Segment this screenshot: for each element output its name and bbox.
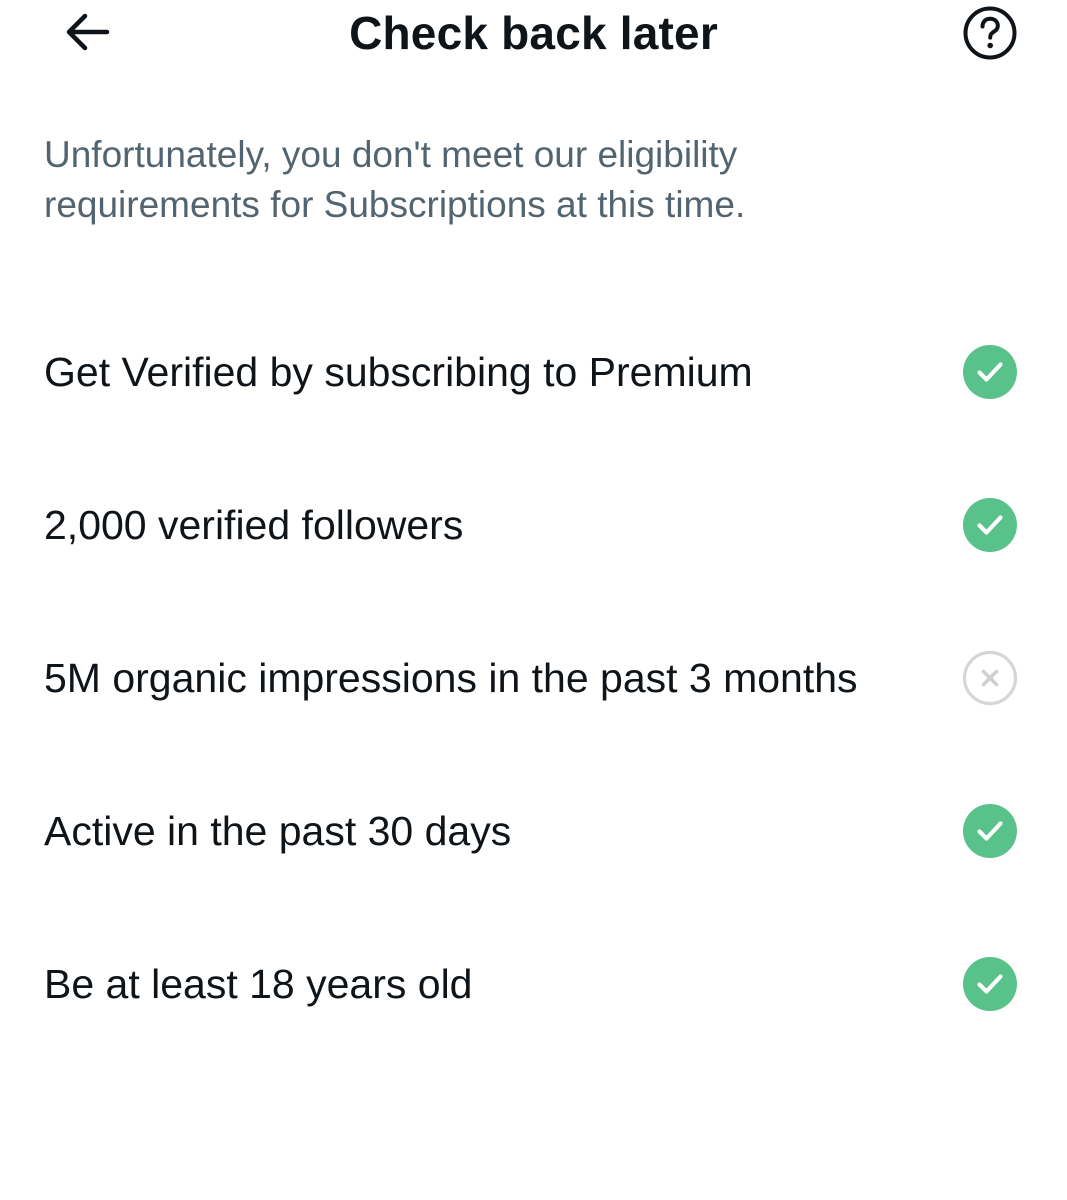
- arrow-left-icon: [63, 12, 111, 57]
- message-line-1: Unfortunately, you don't meet our eligib…: [44, 134, 738, 175]
- question-circle-icon: [962, 5, 1018, 66]
- requirements-list: Get Verified by subscribing to Premium 2…: [0, 295, 1067, 1060]
- ineligibility-message: Unfortunately, you don't meet our eligib…: [44, 130, 944, 230]
- requirement-label: Active in the past 30 days: [44, 808, 512, 854]
- help-button[interactable]: [958, 5, 1022, 65]
- x-circle-icon: [962, 650, 1018, 706]
- requirement-label: 5M organic impressions in the past 3 mon…: [44, 655, 858, 701]
- check-circle-icon: [962, 497, 1018, 553]
- requirement-impressions: 5M organic impressions in the past 3 mon…: [0, 601, 1067, 754]
- requirement-age: Be at least 18 years old: [0, 907, 1067, 1060]
- check-circle-icon: [962, 344, 1018, 400]
- requirement-verified-followers: 2,000 verified followers: [0, 448, 1067, 601]
- requirement-active: Active in the past 30 days: [0, 754, 1067, 907]
- requirement-premium: Get Verified by subscribing to Premium: [0, 295, 1067, 448]
- check-circle-icon: [962, 956, 1018, 1012]
- back-button[interactable]: [56, 8, 118, 60]
- check-circle-icon: [962, 803, 1018, 859]
- requirement-label: 2,000 verified followers: [44, 502, 464, 548]
- requirement-label: Get Verified by subscribing to Premium: [44, 349, 753, 395]
- page-title: Check back later: [349, 7, 718, 59]
- message-line-2: requirements for Subscriptions at this t…: [44, 184, 746, 225]
- top-bar: Check back later: [0, 0, 1067, 70]
- requirement-label: Be at least 18 years old: [44, 961, 473, 1007]
